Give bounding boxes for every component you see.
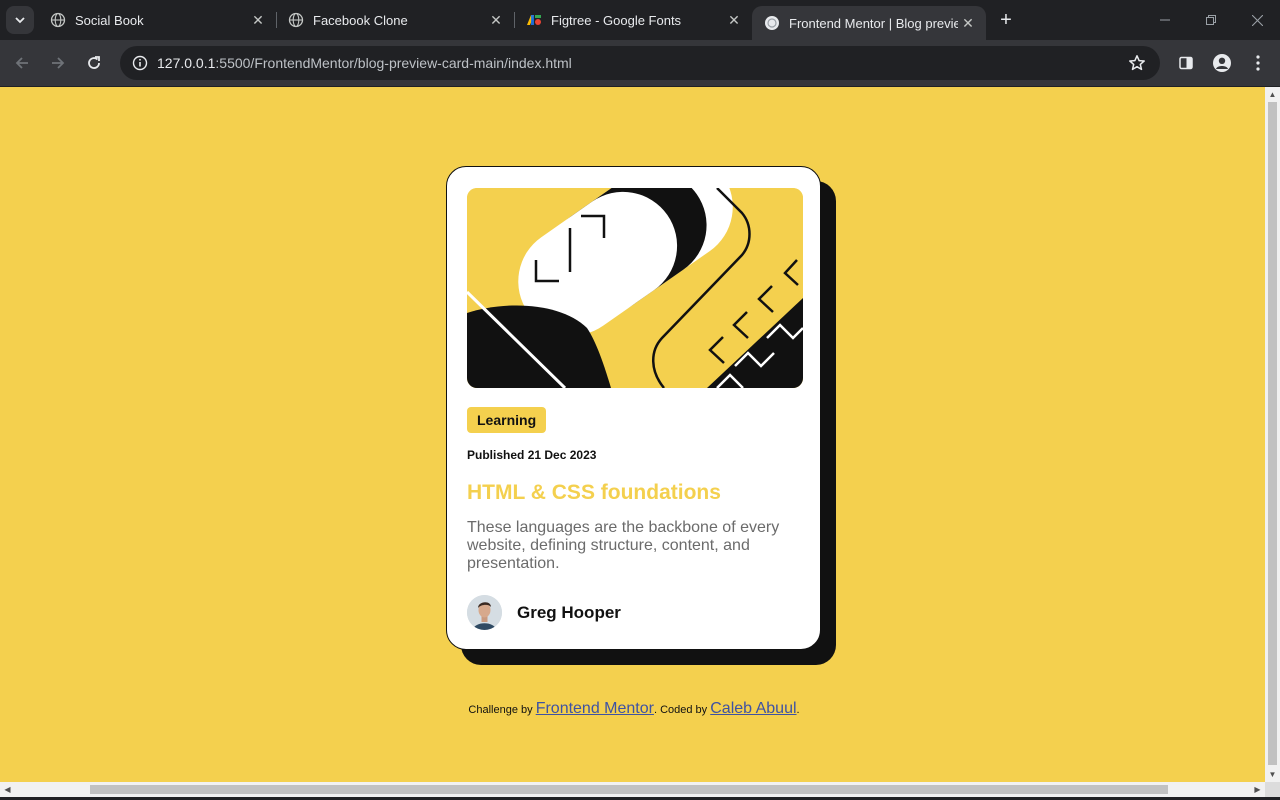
close-icon[interactable]: ✕: [724, 10, 744, 30]
minimize-icon: [1160, 19, 1170, 21]
attribution-middle: . Coded by: [653, 704, 708, 716]
tab-google-fonts[interactable]: Figtree - Google Fonts ✕: [514, 0, 752, 40]
profile-icon: [1213, 54, 1231, 72]
google-fonts-icon: [526, 12, 542, 28]
browser-toolbar: 127.0.0.1:5500/FrontendMentor/blog-previ…: [0, 40, 1280, 87]
author-name: Greg Hooper: [517, 603, 621, 622]
tab-title: Social Book: [75, 12, 144, 28]
tab-strip: Social Book ✕ Facebook Clone ✕ Figtree -…: [0, 0, 1280, 40]
published-date-value: 21 Dec 2023: [527, 448, 597, 462]
side-panel-button[interactable]: [1173, 50, 1199, 76]
close-icon[interactable]: ✕: [486, 10, 506, 30]
minimize-button[interactable]: [1142, 0, 1188, 40]
url-path: :5500/FrontendMentor/blog-preview-card-m…: [215, 55, 572, 71]
vertical-scroll-thumb[interactable]: [1268, 102, 1277, 765]
back-arrow-icon: [15, 57, 28, 69]
globe-icon: [288, 12, 304, 28]
site-info-icon[interactable]: [128, 51, 152, 75]
blog-preview-card: Learning Published 21 Dec 2023 HTML & CS…: [446, 166, 821, 650]
article-illustration: [467, 188, 803, 388]
published-date: Published 21 Dec 2023: [467, 448, 596, 462]
bookmark-star-icon[interactable]: [1126, 52, 1148, 74]
scroll-right-arrow-icon[interactable]: ▶: [1250, 782, 1265, 797]
tab-title: Frontend Mentor | Blog preview card: [789, 15, 958, 31]
attribution-prefix: Challenge by: [468, 704, 533, 716]
tab-facebook-clone[interactable]: Facebook Clone ✕: [276, 0, 515, 40]
scroll-up-arrow-icon[interactable]: ▲: [1265, 87, 1280, 102]
reload-icon: [88, 56, 100, 69]
profile-button[interactable]: [1209, 50, 1235, 76]
author-link[interactable]: Caleb Abuul: [710, 700, 796, 717]
chevron-down-icon: [15, 17, 25, 24]
attribution: Challenge by Frontend Mentor. Coded by C…: [0, 700, 1265, 718]
category-badge: Learning: [467, 407, 547, 433]
tab-title: Facebook Clone: [313, 12, 408, 28]
tab-title: Figtree - Google Fonts: [551, 12, 682, 28]
close-icon[interactable]: ✕: [248, 10, 268, 30]
menu-button[interactable]: [1245, 50, 1271, 76]
tab-social-book[interactable]: Social Book ✕: [38, 0, 277, 40]
page-viewport: Learning Published 21 Dec 2023 HTML & CS…: [0, 87, 1265, 782]
address-bar[interactable]: 127.0.0.1:5500/FrontendMentor/blog-previ…: [120, 46, 1160, 80]
back-button[interactable]: [7, 48, 37, 78]
scroll-down-arrow-icon[interactable]: ▼: [1265, 767, 1280, 782]
reload-button[interactable]: [79, 48, 109, 78]
horizontal-scrollbar[interactable]: ◀ ▶: [0, 782, 1265, 797]
url-host: 127.0.0.1: [157, 55, 216, 71]
scrollbar-corner: [1265, 782, 1280, 797]
close-icon[interactable]: ✕: [958, 13, 978, 33]
restore-icon: [1206, 15, 1216, 25]
avatar: [467, 595, 502, 630]
globe-icon: [50, 12, 66, 28]
close-window-button[interactable]: [1234, 0, 1280, 40]
new-tab-button[interactable]: +: [994, 8, 1018, 32]
article-title[interactable]: HTML & CSS foundations: [467, 481, 721, 505]
page-icon: [764, 15, 780, 31]
forward-button[interactable]: [43, 48, 73, 78]
close-icon: [1251, 14, 1263, 26]
horizontal-scroll-thumb[interactable]: [90, 785, 1168, 794]
tab-search-button[interactable]: [6, 6, 34, 34]
kebab-menu-icon: [1256, 55, 1260, 71]
published-label: Published: [467, 448, 525, 462]
side-panel-icon: [1179, 56, 1193, 70]
vertical-scrollbar[interactable]: ▲ ▼: [1265, 87, 1280, 782]
scroll-left-arrow-icon[interactable]: ◀: [0, 782, 15, 797]
url-text: 127.0.0.1:5500/FrontendMentor/blog-previ…: [157, 55, 572, 71]
article-description: These languages are the backbone of ever…: [467, 519, 780, 572]
tab-frontend-mentor[interactable]: Frontend Mentor | Blog preview card ✕: [752, 6, 986, 40]
attribution-suffix: .: [796, 704, 800, 716]
frontend-mentor-link[interactable]: Frontend Mentor: [536, 700, 654, 717]
forward-arrow-icon: [52, 57, 65, 69]
restore-button[interactable]: [1188, 0, 1234, 40]
